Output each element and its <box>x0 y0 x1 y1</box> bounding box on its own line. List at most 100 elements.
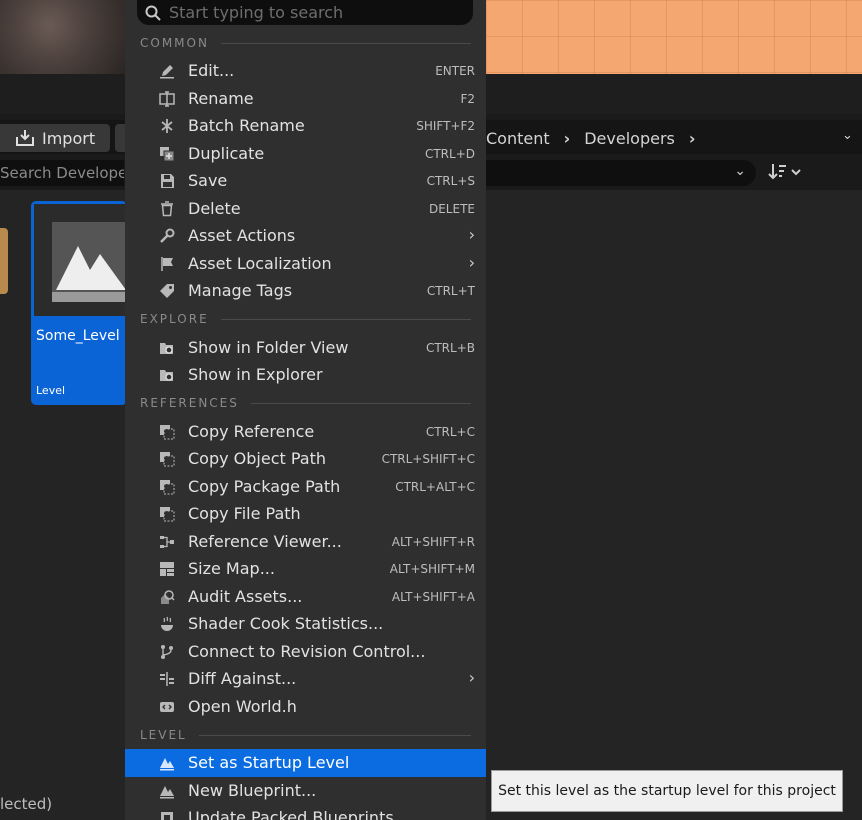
code-icon <box>159 699 175 715</box>
section-label: LEVEL <box>140 728 187 742</box>
asset-card-some-level[interactable]: Some_Level Level <box>31 201 127 405</box>
breadcrumb-separator-icon[interactable]: › <box>564 129 571 148</box>
chevron-right-icon: › <box>468 225 475 244</box>
menu-item-shortcut: F2 <box>460 92 475 106</box>
menu-item-label: Connect to Revision Control... <box>188 642 426 661</box>
section-references: REFERENCES <box>140 396 471 410</box>
level-thumbnail-icon <box>52 222 127 302</box>
menu-item-copy-file-path[interactable]: Copy File Path <box>125 500 486 527</box>
filter-dropdown[interactable]: ⌄ <box>486 160 756 186</box>
menu-item-shortcut: ALT+SHIFT+M <box>389 562 475 576</box>
sort-button[interactable] <box>768 162 804 186</box>
menu-item-label: Asset Localization <box>188 254 332 273</box>
wrench-icon <box>159 228 175 244</box>
menu-item-open-world-h[interactable]: Open World.h <box>125 693 486 720</box>
menu-item-size-map[interactable]: Size Map... ALT+SHIFT+M <box>125 555 486 582</box>
level-icon <box>159 755 175 771</box>
menu-item-label: Copy Object Path <box>188 449 327 468</box>
menu-item-label: Update Packed Blueprints <box>188 808 394 820</box>
import-icon <box>14 129 36 147</box>
menu-item-edit[interactable]: Edit... ENTER <box>125 57 486 84</box>
menu-item-save[interactable]: Save CTRL+S <box>125 167 486 194</box>
asset-tile[interactable] <box>0 228 8 294</box>
menu-item-label: Show in Explorer <box>188 365 323 384</box>
asset-type: Level <box>36 384 66 397</box>
menu-item-update-packed-blueprints[interactable]: Update Packed Blueprints <box>125 804 486 820</box>
menu-item-asset-actions[interactable]: Asset Actions › <box>125 222 486 249</box>
menu-item-new-blueprint[interactable]: New Blueprint... <box>125 777 486 804</box>
chevron-right-icon: › <box>468 253 475 272</box>
menu-item-shortcut: CTRL+SHIFT+C <box>381 452 475 466</box>
menu-item-label: Set as Startup Level <box>188 753 350 772</box>
menu-item-label: Open World.h <box>188 697 297 716</box>
menu-item-copy-package-path[interactable]: Copy Package Path CTRL+ALT+C <box>125 473 486 500</box>
breadcrumb-item-content[interactable]: Content <box>486 129 550 148</box>
breadcrumb-item-developers[interactable]: Developers <box>584 129 675 148</box>
import-label: Import <box>42 128 96 148</box>
menu-item-shortcut: ALT+SHIFT+A <box>391 590 475 604</box>
folder-search-icon <box>159 340 175 356</box>
menu-item-set-as-startup-level[interactable]: Set as Startup Level <box>125 749 486 777</box>
breadcrumb-separator-icon[interactable]: › <box>689 129 696 148</box>
menu-item-connect-revision-control[interactable]: Connect to Revision Control... <box>125 638 486 665</box>
menu-item-show-in-folder-view[interactable]: Show in Folder View CTRL+B <box>125 334 486 361</box>
menu-item-label: New Blueprint... <box>188 781 317 800</box>
chevron-down-icon[interactable]: ⌄ <box>842 128 853 143</box>
divider <box>220 318 471 320</box>
menu-item-audit-assets[interactable]: Audit Assets... ALT+SHIFT+A <box>125 583 486 610</box>
menu-item-diff-against[interactable]: Diff Against... › <box>125 665 486 692</box>
divider <box>220 42 471 44</box>
menu-item-label: Save <box>188 171 228 190</box>
menu-item-batch-rename[interactable]: Batch Rename SHIFT+F2 <box>125 112 486 139</box>
menu-item-shortcut: SHIFT+F2 <box>416 119 475 133</box>
menu-item-label: Edit... <box>188 61 235 80</box>
asset-thumbnail <box>34 204 127 316</box>
menu-item-show-in-explorer[interactable]: Show in Explorer <box>125 361 486 388</box>
breadcrumb: Content › Developers › <box>486 124 709 152</box>
menu-item-label: Delete <box>188 199 241 218</box>
menu-item-shortcut: CTRL+S <box>426 174 475 188</box>
menu-item-shader-cook-statistics[interactable]: Shader Cook Statistics... <box>125 610 486 637</box>
menu-item-asset-localization[interactable]: Asset Localization › <box>125 250 486 277</box>
level-icon <box>159 783 175 799</box>
copy-icon <box>159 424 175 440</box>
menu-item-label: Rename <box>188 89 254 108</box>
menu-item-label: Asset Actions <box>188 226 296 245</box>
menu-search-input[interactable] <box>169 3 459 22</box>
branch-icon <box>159 644 175 660</box>
menu-item-delete[interactable]: Delete DELETE <box>125 195 486 222</box>
menu-item-label: Copy File Path <box>188 504 301 523</box>
menu-item-shortcut: CTRL+D <box>424 147 475 161</box>
save-icon <box>159 173 175 189</box>
menu-item-shortcut: CTRL+B <box>425 341 475 355</box>
diff-icon <box>159 671 175 687</box>
menu-item-copy-reference[interactable]: Copy Reference CTRL+C <box>125 418 486 445</box>
search-icon <box>145 5 161 21</box>
menu-item-shortcut: CTRL+ALT+C <box>395 480 475 494</box>
menu-item-duplicate[interactable]: Duplicate CTRL+D <box>125 140 486 167</box>
batch-rename-icon <box>159 118 175 134</box>
menu-item-label: Show in Folder View <box>188 338 349 357</box>
pencil-icon <box>159 63 175 79</box>
sort-icon <box>768 164 801 180</box>
menu-item-manage-tags[interactable]: Manage Tags CTRL+T <box>125 277 486 304</box>
section-explore: EXPLORE <box>140 312 471 326</box>
menu-item-label: Size Map... <box>188 559 275 578</box>
menu-item-reference-viewer[interactable]: Reference Viewer... ALT+SHIFT+R <box>125 528 486 555</box>
menu-search-box[interactable] <box>137 0 473 25</box>
menu-item-copy-object-path[interactable]: Copy Object Path CTRL+SHIFT+C <box>125 445 486 472</box>
menu-item-shortcut: ENTER <box>435 64 475 78</box>
import-button[interactable]: Import <box>0 124 110 152</box>
section-label: REFERENCES <box>140 396 239 410</box>
copy-icon <box>159 479 175 495</box>
menu-item-rename[interactable]: Rename F2 <box>125 85 486 112</box>
packed-icon <box>159 810 175 820</box>
divider <box>198 734 471 736</box>
menu-item-label: Batch Rename <box>188 116 305 135</box>
selection-status: lected) <box>0 795 53 813</box>
asset-search-input[interactable]: Search Develope <box>0 160 124 186</box>
copy-icon <box>159 451 175 467</box>
tag-icon <box>159 283 175 299</box>
folder-search-icon <box>159 367 175 383</box>
audit-icon <box>159 589 175 605</box>
